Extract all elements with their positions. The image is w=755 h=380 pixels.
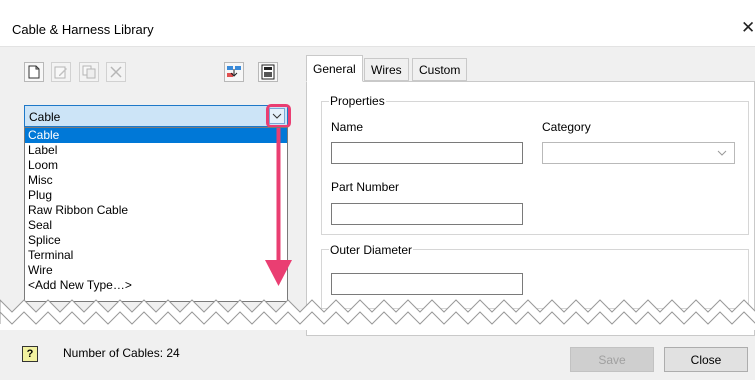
dropdown-option-cable[interactable]: Cable: [25, 128, 287, 143]
outer-diameter-legend: Outer Diameter: [329, 243, 414, 257]
import-button[interactable]: [224, 62, 244, 82]
category-select[interactable]: [542, 142, 735, 164]
delete-button[interactable]: [106, 62, 126, 82]
dropdown-option-label[interactable]: Label: [25, 143, 287, 158]
part-number-input[interactable]: [331, 203, 523, 225]
dropdown-highlight-box: [266, 104, 291, 128]
copy-icon: [82, 65, 96, 79]
export-button[interactable]: [258, 62, 278, 82]
name-label: Name: [331, 120, 364, 134]
new-button[interactable]: [24, 62, 44, 82]
title-bar: Cable & Harness Library ✕: [0, 0, 755, 47]
outer-diameter-input[interactable]: [331, 273, 523, 295]
import-icon: [227, 66, 241, 77]
chevron-down-icon: [717, 150, 727, 156]
tab-wires[interactable]: Wires: [364, 58, 409, 81]
dropdown-option-loom[interactable]: Loom: [25, 158, 287, 173]
tab-custom[interactable]: Custom: [412, 58, 468, 81]
save-button[interactable]: Save: [570, 347, 654, 372]
type-dropdown-list: Cable Label Loom Misc Plug Raw Ribbon Ca…: [24, 127, 288, 302]
copy-button[interactable]: [79, 62, 99, 82]
category-label: Category: [542, 120, 591, 134]
dropdown-option-wire[interactable]: Wire: [25, 263, 287, 278]
dropdown-option-seal[interactable]: Seal: [25, 218, 287, 233]
type-combobox-value: Cable: [29, 110, 61, 124]
edit-button[interactable]: [51, 62, 71, 82]
tab-general[interactable]: General: [306, 55, 363, 82]
delete-icon: [110, 66, 122, 78]
cable-count-status: Number of Cables: 24: [63, 346, 180, 360]
new-icon: [28, 65, 40, 79]
close-button[interactable]: Close: [664, 347, 748, 372]
dropdown-option-misc[interactable]: Misc: [25, 173, 287, 188]
type-combobox[interactable]: Cable: [24, 105, 288, 127]
help-button[interactable]: ?: [22, 346, 38, 362]
dropdown-option-terminal[interactable]: Terminal: [25, 248, 287, 263]
dropdown-option-raw-ribbon-cable[interactable]: Raw Ribbon Cable: [25, 203, 287, 218]
close-icon[interactable]: ✕: [741, 18, 755, 38]
properties-legend: Properties: [329, 94, 386, 108]
dropdown-option-add-new-type[interactable]: <Add New Type…>: [25, 278, 287, 293]
name-input[interactable]: [331, 142, 523, 164]
dropdown-option-splice[interactable]: Splice: [25, 233, 287, 248]
edit-icon: [54, 66, 67, 79]
dropdown-option-plug[interactable]: Plug: [25, 188, 287, 203]
export-icon: [261, 64, 275, 80]
part-number-label: Part Number: [331, 180, 400, 194]
window-title: Cable & Harness Library: [12, 22, 154, 37]
